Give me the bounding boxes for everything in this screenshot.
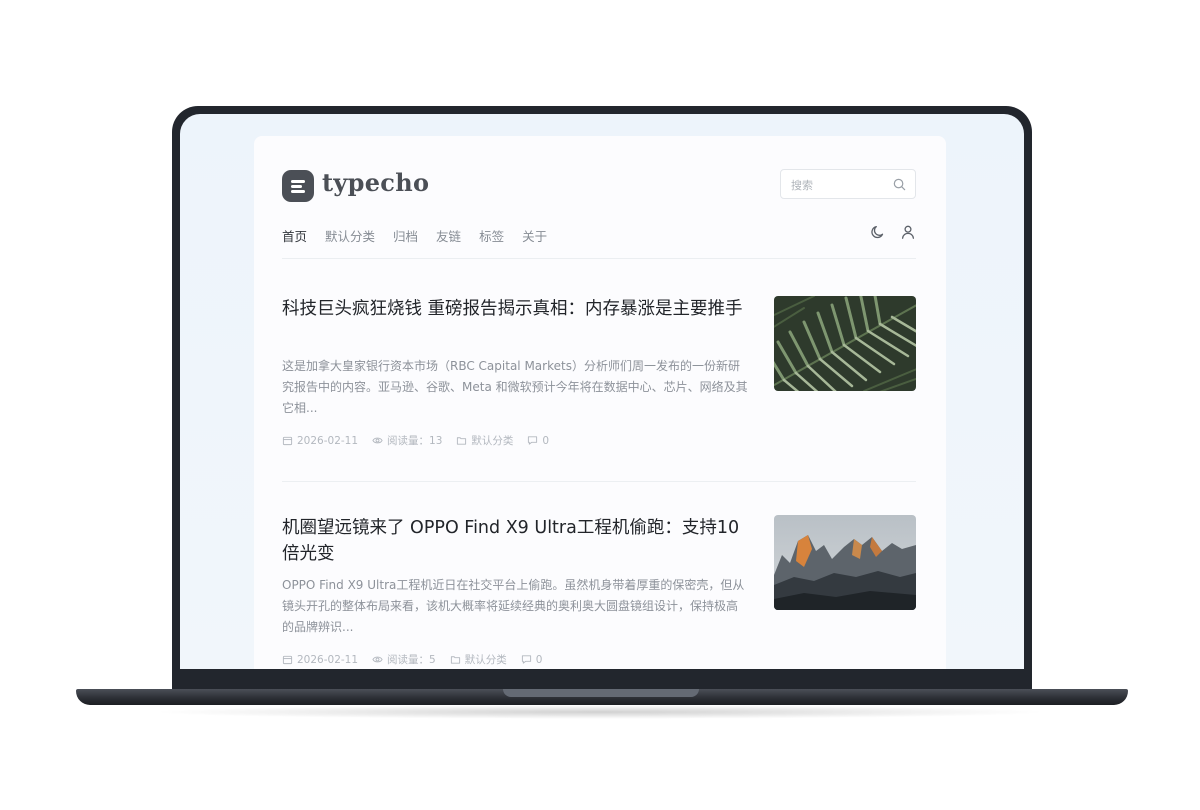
- post-excerpt: 这是加拿大皇家银行资本市场（RBC Capital Markets）分析师们周一…: [282, 359, 748, 415]
- nav-item[interactable]: 友链: [436, 226, 461, 246]
- typecho-logo-icon[interactable]: [282, 170, 314, 202]
- nav-item[interactable]: 首页: [282, 226, 307, 246]
- calendar-icon: [282, 655, 293, 665]
- post-category-text[interactable]: 默认分类: [465, 652, 507, 667]
- folder-icon: [450, 656, 460, 664]
- post-views-text: 阅读量：5: [387, 654, 436, 666]
- eye-icon: [372, 437, 383, 444]
- calendar-icon: [282, 436, 293, 446]
- post-date: 2026-02-11: [282, 652, 358, 667]
- post-item[interactable]: 机圈望远镜来了 OPPO Find X9 Ultra工程机偷跑：支持10倍光变 …: [282, 515, 916, 669]
- comment-icon: [528, 436, 538, 445]
- nav-actions: [870, 224, 916, 240]
- post-date-text: 2026-02-11: [297, 434, 359, 447]
- post-date-text: 2026-02-11: [297, 653, 359, 666]
- post-meta: 2026-02-11 阅读量：5 默认分类 0: [282, 652, 542, 667]
- nav-item[interactable]: 关于: [522, 226, 547, 246]
- header-divider: [282, 258, 916, 259]
- main-nav: 首页 默认分类 归档 友链 标签 关于: [282, 226, 547, 246]
- nav-item[interactable]: 归档: [393, 226, 418, 246]
- nav-item[interactable]: 默认分类: [325, 226, 375, 246]
- comment-icon: [521, 655, 531, 664]
- site-header: typecho: [282, 166, 916, 206]
- post-comments-count: 0: [535, 653, 543, 666]
- post-comments[interactable]: 0: [527, 433, 549, 448]
- post-comments-count: 0: [542, 434, 550, 447]
- laptop-notch: [503, 689, 699, 697]
- post-title[interactable]: 机圈望远镜来了 OPPO Find X9 Ultra工程机偷跑：支持10倍光变: [282, 515, 748, 567]
- laptop-screen: typecho 首页默认分类归档友链标签关于: [180, 114, 1024, 669]
- user-icon[interactable]: [900, 224, 916, 240]
- laptop-shadow: [150, 705, 1050, 719]
- post-views: 阅读量：13: [372, 433, 442, 448]
- post-comments[interactable]: 0: [521, 652, 543, 667]
- site-logo-text[interactable]: typecho: [322, 168, 429, 197]
- post-divider: [282, 481, 916, 482]
- search-box: [780, 169, 916, 199]
- blog-card: typecho 首页默认分类归档友链标签关于: [254, 136, 946, 669]
- post-item[interactable]: 科技巨头疯狂烧钱 重磅报告揭示真相：内存暴涨是主要推手 这是加拿大皇家银行资本市…: [282, 296, 916, 456]
- post-thumbnail-mountains[interactable]: [774, 515, 916, 610]
- nav-item[interactable]: 标签: [479, 226, 504, 246]
- moon-icon[interactable]: [870, 224, 886, 240]
- post-views: 阅读量：5: [372, 652, 436, 667]
- folder-icon: [457, 437, 467, 445]
- post-date: 2026-02-11: [282, 433, 358, 448]
- post-thumbnail-palm-leaves[interactable]: [774, 296, 916, 391]
- post-views-text: 阅读量：13: [387, 435, 443, 447]
- post-meta: 2026-02-11 阅读量：13 默认分类 0: [282, 433, 549, 448]
- post-category[interactable]: 默认分类: [456, 433, 513, 448]
- post-category[interactable]: 默认分类: [450, 652, 507, 667]
- post-title[interactable]: 科技巨头疯狂烧钱 重磅报告揭示真相：内存暴涨是主要推手: [282, 296, 748, 322]
- eye-icon: [372, 656, 383, 663]
- search-input[interactable]: [791, 176, 887, 194]
- post-category-text[interactable]: 默认分类: [471, 433, 513, 448]
- post-excerpt: OPPO Find X9 Ultra工程机近日在社交平台上偷跑。虽然机身带着厚重…: [282, 578, 745, 634]
- search-icon[interactable]: [892, 177, 907, 192]
